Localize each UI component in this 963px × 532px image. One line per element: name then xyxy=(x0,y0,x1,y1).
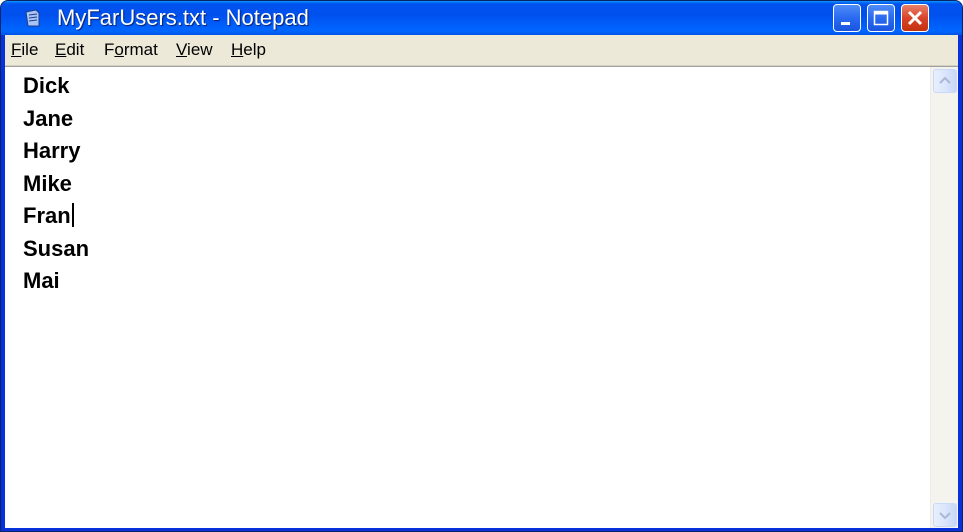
text-line: Susan xyxy=(23,235,90,261)
title-bar[interactable]: MyFarUsers.txt - Notepad xyxy=(1,1,962,35)
maximize-button[interactable] xyxy=(867,4,895,32)
text-line-with-caret: Fran xyxy=(23,200,930,233)
scroll-down-button[interactable] xyxy=(933,503,957,527)
menu-file[interactable]: File xyxy=(11,40,38,60)
text-line: Jane xyxy=(23,105,74,131)
window-frame-bottom xyxy=(1,528,962,531)
scroll-up-button[interactable] xyxy=(933,69,957,93)
menu-edit[interactable]: Edit xyxy=(55,40,84,60)
menu-view[interactable]: View xyxy=(176,40,213,60)
text-line: Dick xyxy=(23,73,70,98)
text-line: Fran xyxy=(23,203,71,228)
menu-bar: File Edit Format View Help xyxy=(5,35,958,66)
chevron-up-icon xyxy=(939,76,951,84)
notepad-icon xyxy=(25,9,40,27)
maximize-icon xyxy=(873,10,889,26)
notepad-window: MyFarUsers.txt - Notepad File Edit Forma… xyxy=(0,0,963,532)
text-line: Mike xyxy=(23,170,72,196)
menu-help[interactable]: Help xyxy=(231,40,266,60)
menu-format[interactable]: Format xyxy=(104,40,158,60)
chevron-down-icon xyxy=(939,512,951,520)
editor-area: Dick Jane Harry Mike Fran Susan Mai xyxy=(5,66,958,529)
text-area[interactable]: Dick Jane Harry Mike Fran Susan Mai xyxy=(5,67,930,529)
text-line: Harry xyxy=(23,138,81,163)
minimize-button[interactable] xyxy=(833,4,861,32)
window-frame-right xyxy=(958,35,962,531)
text-caret xyxy=(71,203,74,227)
minimize-icon xyxy=(841,22,850,25)
close-button[interactable] xyxy=(901,4,929,32)
text-line: Mai xyxy=(23,268,60,293)
close-icon xyxy=(907,10,923,26)
window-title: MyFarUsers.txt - Notepad xyxy=(57,5,309,30)
vertical-scrollbar[interactable] xyxy=(930,67,958,529)
